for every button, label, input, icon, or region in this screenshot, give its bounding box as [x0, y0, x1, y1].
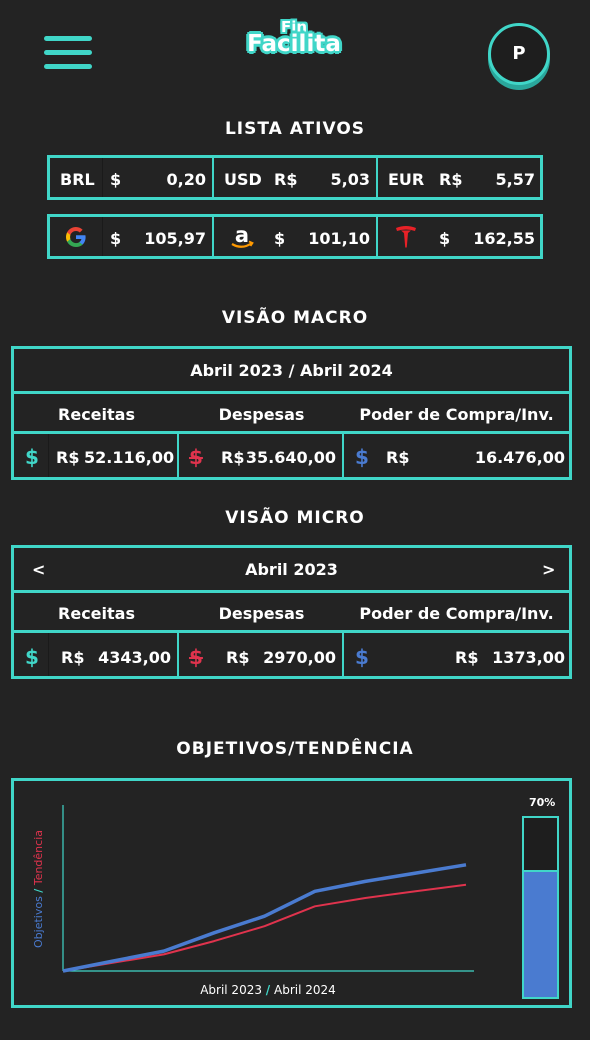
currency-code: USD: [224, 170, 262, 189]
series-line-objetivos: [62, 863, 467, 973]
logo-bottom-text: Facilita: [247, 31, 341, 57]
stock-symbol: $: [274, 229, 286, 248]
macro-title: VISÃO MACRO: [221, 308, 369, 328]
macro-income-value: 52.116,00: [84, 448, 175, 467]
y-label-objetivos: Objetivos: [32, 896, 45, 948]
progress-label: 70%: [529, 796, 556, 809]
x-label-sep: /: [266, 983, 271, 997]
google-icon: [64, 225, 88, 249]
assets-title: LISTA ATIVOS: [224, 119, 366, 139]
objectives-title: OBJETIVOS/TENDÊNCIA: [176, 739, 414, 759]
stock-row: $ 105,97 a $ 101,10 $ 162,55: [47, 214, 543, 259]
currency-symbol: R$: [439, 170, 463, 189]
currency-value: 5,57: [495, 170, 535, 189]
macro-power-currency: R$: [386, 448, 410, 467]
power-dollar-icon: $: [355, 645, 369, 669]
y-label-sep: /: [32, 888, 45, 893]
micro-panel: < Abril 2023 > Receitas Despesas Poder d…: [11, 545, 572, 679]
micro-expense-value: 2970,00: [263, 648, 336, 667]
macro-power-header: Poder de Compra/Inv.: [359, 405, 554, 424]
micro-income-value: 4343,00: [98, 648, 171, 667]
currency-value: 5,03: [330, 170, 370, 189]
macro-income-currency: R$: [56, 448, 80, 467]
x-label-start: Abril 2023: [200, 983, 262, 997]
expense-dollar-icon: $: [189, 645, 203, 669]
progress-bar: [522, 816, 559, 999]
currency-row: BRL $ 0,20 USD R$ 5,03 EUR R$ 5,57: [47, 155, 543, 200]
currency-symbol: $: [110, 170, 122, 189]
currency-value: 0,20: [166, 170, 206, 189]
macro-expense-currency: R$: [221, 448, 245, 467]
macro-power-value: 16.476,00: [474, 448, 565, 467]
tesla-icon: [394, 225, 418, 249]
svg-text:Objetivos / Te: Objetivos / Tendência: [32, 830, 45, 948]
micro-power-currency: R$: [455, 648, 479, 667]
x-label-end: Abril 2024: [274, 983, 336, 997]
stock-value: 101,10: [308, 229, 370, 248]
y-label-tendencia: Tendência: [32, 830, 45, 886]
micro-expense-currency: R$: [226, 648, 250, 667]
avatar-letter: P: [512, 43, 526, 64]
expense-dollar-icon: $: [189, 445, 203, 469]
currency-symbol: R$: [274, 170, 298, 189]
amazon-icon: a: [229, 223, 255, 250]
micro-income-currency: R$: [61, 648, 85, 667]
macro-expense-value: 35.640,00: [245, 448, 336, 467]
svg-text:a: a: [235, 224, 249, 247]
micro-period: Abril 2023: [245, 560, 338, 579]
stock-symbol: $: [439, 229, 451, 248]
objectives-panel: Objetivos / Tendência Abril 2023 / Abril…: [11, 778, 572, 1008]
avatar[interactable]: P: [488, 23, 550, 85]
micro-income-header: Receitas: [58, 604, 135, 623]
trend-chart: Objetivos / Tendência Abril 2023 / Abril…: [32, 805, 474, 997]
macro-expense-header: Despesas: [218, 405, 305, 424]
y-axis-label: Objetivos / Tendência: [32, 830, 45, 948]
next-month-button[interactable]: >: [542, 560, 555, 579]
power-dollar-icon: $: [355, 445, 369, 469]
stock-symbol: $: [110, 229, 122, 248]
progress-fill: [524, 870, 557, 997]
micro-power-value: 1373,00: [492, 648, 565, 667]
menu-icon[interactable]: [44, 36, 92, 70]
currency-code: EUR: [388, 170, 425, 189]
micro-expense-header: Despesas: [218, 604, 305, 623]
dollar-icon: $: [25, 445, 39, 469]
dollar-icon: $: [25, 645, 39, 669]
micro-title: VISÃO MICRO: [225, 508, 365, 528]
currency-code: BRL: [60, 170, 95, 189]
x-axis-label: Abril 2023 / Abril 2024: [200, 983, 336, 997]
stock-value: 162,55: [473, 229, 535, 248]
macro-period: Abril 2023 / Abril 2024: [190, 361, 393, 380]
stock-value: 105,97: [144, 229, 206, 248]
macro-income-header: Receitas: [58, 405, 135, 424]
macro-panel: Abril 2023 / Abril 2024 Receitas Despesa…: [11, 346, 572, 480]
app-logo: Fin Facilita: [240, 18, 348, 62]
micro-power-header: Poder de Compra/Inv.: [359, 604, 554, 623]
